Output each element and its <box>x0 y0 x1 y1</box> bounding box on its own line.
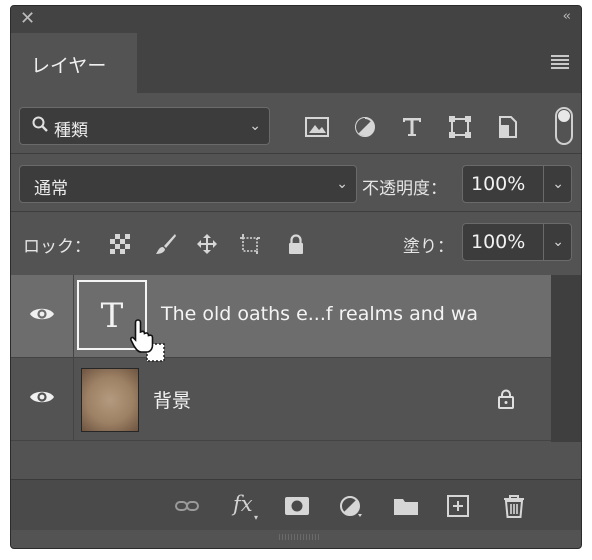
panel-title-bar: ✕ ‹‹ <box>11 6 581 33</box>
blend-mode-dropdown[interactable]: 通常 ⌄ <box>19 165 357 203</box>
opacity-label: 不透明度： <box>362 179 447 199</box>
tab-row: レイヤー <box>11 33 581 93</box>
background-layer-thumbnail <box>81 368 139 432</box>
delete-layer-icon[interactable] <box>501 494 527 518</box>
collapse-icon[interactable]: ‹‹ <box>563 9 572 24</box>
lock-icon[interactable] <box>497 389 515 409</box>
fill-field[interactable]: 100% ⌄ <box>462 223 572 261</box>
layer-style-fx-icon[interactable]: fx <box>233 492 253 516</box>
lock-position-icon[interactable] <box>196 233 218 255</box>
filter-toggle-switch[interactable] <box>555 107 573 145</box>
layers-panel: ✕ ‹‹ レイヤー 種類 ⌄ 通常 ⌄ 不透明度： 100% ⌄ ロック： 塗り… <box>10 5 582 549</box>
eye-icon[interactable] <box>29 305 55 323</box>
visibility-column <box>11 358 74 440</box>
layer-row-background[interactable]: 背景 <box>11 358 551 440</box>
layers-list: T The old oaths e...f realms and wa 背景 <box>11 275 551 442</box>
chevron-down-icon: ⌄ <box>336 176 348 192</box>
adjustment-filter-icon[interactable] <box>352 114 378 140</box>
tab-layers[interactable]: レイヤー <box>11 33 137 93</box>
chevron-down-icon[interactable]: ⌄ <box>552 176 564 192</box>
opacity-value: 100% <box>471 173 526 195</box>
lock-label: ロック： <box>23 237 91 257</box>
divider <box>11 211 581 212</box>
smart-object-filter-icon[interactable] <box>495 114 521 140</box>
kind-filter-label: 種類 <box>54 121 88 141</box>
kind-filter-dropdown[interactable]: 種類 ⌄ <box>19 107 270 145</box>
panel-menu-icon[interactable] <box>551 55 569 69</box>
visibility-column <box>11 275 74 357</box>
lock-all-icon[interactable] <box>285 233 307 255</box>
divider <box>11 153 581 154</box>
new-group-folder-icon[interactable] <box>393 494 419 518</box>
tab-layers-label: レイヤー <box>31 55 107 77</box>
fill-label: 塗り： <box>403 237 454 257</box>
chevron-down-icon: ⌄ <box>249 118 261 134</box>
layer-name[interactable]: The old oaths e...f realms and wa <box>161 303 478 325</box>
new-adjustment-layer-icon[interactable] <box>338 494 364 518</box>
fill-value: 100% <box>471 231 526 253</box>
add-mask-icon[interactable] <box>284 494 310 518</box>
new-layer-icon[interactable] <box>445 494 471 518</box>
search-icon <box>32 116 48 132</box>
lock-image-pixels-icon[interactable] <box>155 233 177 255</box>
hand-cursor-icon <box>130 319 165 362</box>
lock-artboard-icon[interactable] <box>239 233 261 255</box>
layers-scrollbar[interactable] <box>551 275 581 442</box>
type-filter-icon[interactable] <box>399 114 425 140</box>
blend-mode-value: 通常 <box>34 179 68 199</box>
lock-transparent-pixels-icon[interactable] <box>109 233 131 255</box>
image-filter-icon[interactable] <box>304 114 330 140</box>
layer-name[interactable]: 背景 <box>153 386 191 413</box>
shape-filter-icon[interactable] <box>447 114 473 140</box>
layer-row-text[interactable]: T The old oaths e...f realms and wa <box>11 275 551 357</box>
eye-icon[interactable] <box>29 388 55 406</box>
close-icon[interactable]: ✕ <box>20 8 35 30</box>
link-layers-icon[interactable] <box>174 494 200 518</box>
resize-grip[interactable] <box>279 534 319 540</box>
chevron-down-icon[interactable]: ⌄ <box>552 234 564 250</box>
opacity-field[interactable]: 100% ⌄ <box>462 165 572 203</box>
bottom-toolbar: fx ▾ <box>11 479 581 530</box>
